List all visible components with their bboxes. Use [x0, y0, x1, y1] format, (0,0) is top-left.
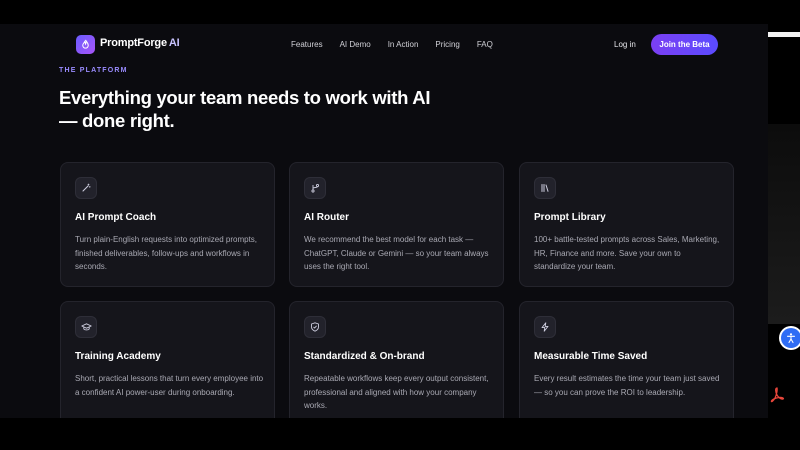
card-title: Training Academy — [75, 351, 161, 362]
flame-logo-icon[interactable] — [76, 35, 95, 54]
headline-line-2: — done right. — [59, 110, 175, 131]
side-panel — [768, 124, 800, 324]
card-title: Measurable Time Saved — [534, 351, 648, 362]
card-title: AI Prompt Coach — [75, 212, 157, 223]
section-headline: Everything your team needs to work with … — [59, 86, 439, 132]
feature-card-standardized: Standardized & On-brand Repeatable workf… — [289, 301, 504, 418]
headline-line-1: Everything your team needs to work with … — [59, 87, 431, 108]
card-description: Every result estimates the time your tea… — [534, 374, 720, 397]
feature-card-ai-router: AI Router We recommend the best model fo… — [289, 162, 504, 287]
side-divider — [768, 32, 800, 37]
brand-name: PromptForge — [100, 37, 167, 49]
nav-link-features[interactable]: Features — [291, 40, 323, 49]
feature-card-prompt-coach: AI Prompt Coach Turn plain-English reque… — [60, 162, 275, 287]
feature-card-prompt-library: Prompt Library 100+ battle-tested prompt… — [519, 162, 734, 287]
top-letterbox — [0, 0, 800, 24]
brand-logo[interactable]: PromptForge AI — [100, 37, 180, 49]
shield-icon — [304, 316, 326, 338]
card-title: AI Router — [304, 212, 349, 223]
branch-icon — [304, 177, 326, 199]
nav-link-ai-demo[interactable]: AI Demo — [340, 40, 371, 49]
bolt-icon — [534, 316, 556, 338]
card-title: Prompt Library — [534, 212, 606, 223]
nav-links: Features AI Demo In Action Pricing FAQ — [291, 40, 510, 49]
join-beta-button[interactable]: Join the Beta — [651, 34, 718, 55]
nav-link-in-action[interactable]: In Action — [388, 40, 419, 49]
card-description: Short, practical lessons that turn every… — [75, 374, 264, 397]
card-title: Standardized & On-brand — [304, 351, 425, 362]
section-eyebrow: THE PLATFORM — [59, 67, 128, 74]
brand-suffix: AI — [168, 37, 180, 49]
feature-card-time-saved: Measurable Time Saved Every result estim… — [519, 301, 734, 418]
navbar: PromptForge AI Features AI Demo In Action… — [0, 24, 768, 66]
card-description: We recommend the best model for each tas… — [304, 235, 489, 271]
nav-link-faq[interactable]: FAQ — [477, 40, 493, 49]
feature-card-training-academy: Training Academy Short, practical lesson… — [60, 301, 275, 418]
graduation-cap-icon — [75, 316, 97, 338]
card-description: 100+ battle-tested prompts across Sales,… — [534, 235, 720, 271]
library-icon — [534, 177, 556, 199]
landing-page: PromptForge AI Features AI Demo In Action… — [0, 24, 768, 418]
pdf-icon[interactable] — [767, 385, 787, 405]
wand-icon — [75, 177, 97, 199]
bottom-letterbox — [0, 418, 800, 450]
card-description: Repeatable workflows keep every output c… — [304, 374, 489, 410]
accessibility-icon[interactable] — [781, 328, 800, 348]
card-description: Turn plain-English requests into optimiz… — [75, 235, 258, 271]
nav-link-pricing[interactable]: Pricing — [435, 40, 459, 49]
login-link[interactable]: Log in — [614, 40, 636, 49]
right-side-strip — [768, 24, 800, 418]
